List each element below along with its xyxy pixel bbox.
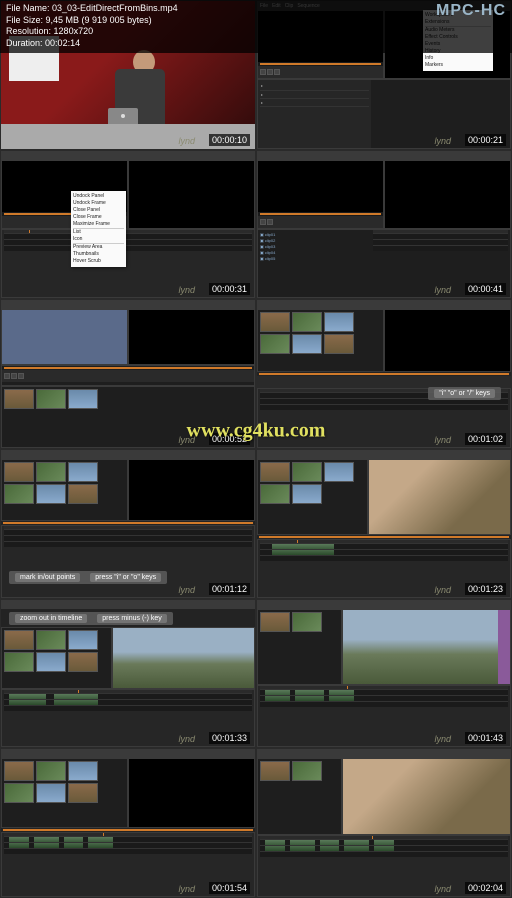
- timestamp: 00:00:21: [465, 134, 506, 146]
- lynda-watermark: lynd: [178, 435, 195, 445]
- lynda-watermark: lynd: [178, 884, 195, 894]
- lynda-watermark: lynd: [434, 585, 451, 595]
- lynda-watermark: lynd: [434, 435, 451, 445]
- thumb-cell-8[interactable]: lynd 00:01:23: [256, 449, 512, 599]
- thumb-cell-3[interactable]: Undock Panel Undock Frame Close Panel Cl…: [0, 150, 256, 300]
- thumb-cell-5[interactable]: lynd 00:00:52: [0, 299, 256, 449]
- thumb-cell-6[interactable]: "i" "o" or "/" keys lynd 00:01:02: [256, 299, 512, 449]
- app-title: MPC-HC: [436, 2, 506, 20]
- thumb-cell-10[interactable]: lynd 00:01:43: [256, 599, 512, 749]
- lynda-watermark: lynd: [178, 585, 195, 595]
- keyboard-tip: mark in/out points press "i" or "o" keys: [9, 571, 167, 584]
- timestamp: 00:00:41: [465, 283, 506, 295]
- timestamp: 00:00:31: [209, 283, 250, 295]
- timestamp: 00:02:04: [465, 882, 506, 894]
- lynda-watermark: lynd: [178, 285, 195, 295]
- keyboard-tip: zoom out in timeline press minus (-) key: [9, 612, 173, 625]
- lynda-watermark: lynd: [434, 884, 451, 894]
- timestamp: 00:00:52: [209, 433, 250, 445]
- thumb-cell-12[interactable]: lynd 00:02:04: [256, 748, 512, 898]
- lynda-watermark: lynd: [178, 734, 195, 744]
- thumbnail-grid: lynd 00:00:10 FileEditClipSequence ▸: [0, 0, 512, 898]
- lynda-watermark: lynd: [434, 285, 451, 295]
- timestamp: 00:01:43: [465, 732, 506, 744]
- timestamp: 00:01:33: [209, 732, 250, 744]
- thumb-cell-9[interactable]: zoom out in timeline press minus (-) key…: [0, 599, 256, 749]
- panel-context-menu: Undock Panel Undock Frame Close Panel Cl…: [71, 191, 126, 267]
- timestamp: 00:01:23: [465, 583, 506, 595]
- lynda-watermark: lynd: [178, 136, 195, 146]
- thumb-cell-11[interactable]: lynd 00:01:54: [0, 748, 256, 898]
- lynda-watermark: lynd: [434, 734, 451, 744]
- timestamp: 00:01:02: [465, 433, 506, 445]
- lynda-watermark: lynd: [434, 136, 451, 146]
- timestamp: 00:00:10: [209, 134, 250, 146]
- thumb-cell-4[interactable]: ▣ clip01▣ clip02▣ clip03▣ clip04▣ clip05…: [256, 150, 512, 300]
- keyboard-tip: "i" "o" or "/" keys: [428, 387, 501, 400]
- timestamp: 00:01:12: [209, 583, 250, 595]
- timestamp: 00:01:54: [209, 882, 250, 894]
- thumb-cell-7[interactable]: mark in/out points press "i" or "o" keys…: [0, 449, 256, 599]
